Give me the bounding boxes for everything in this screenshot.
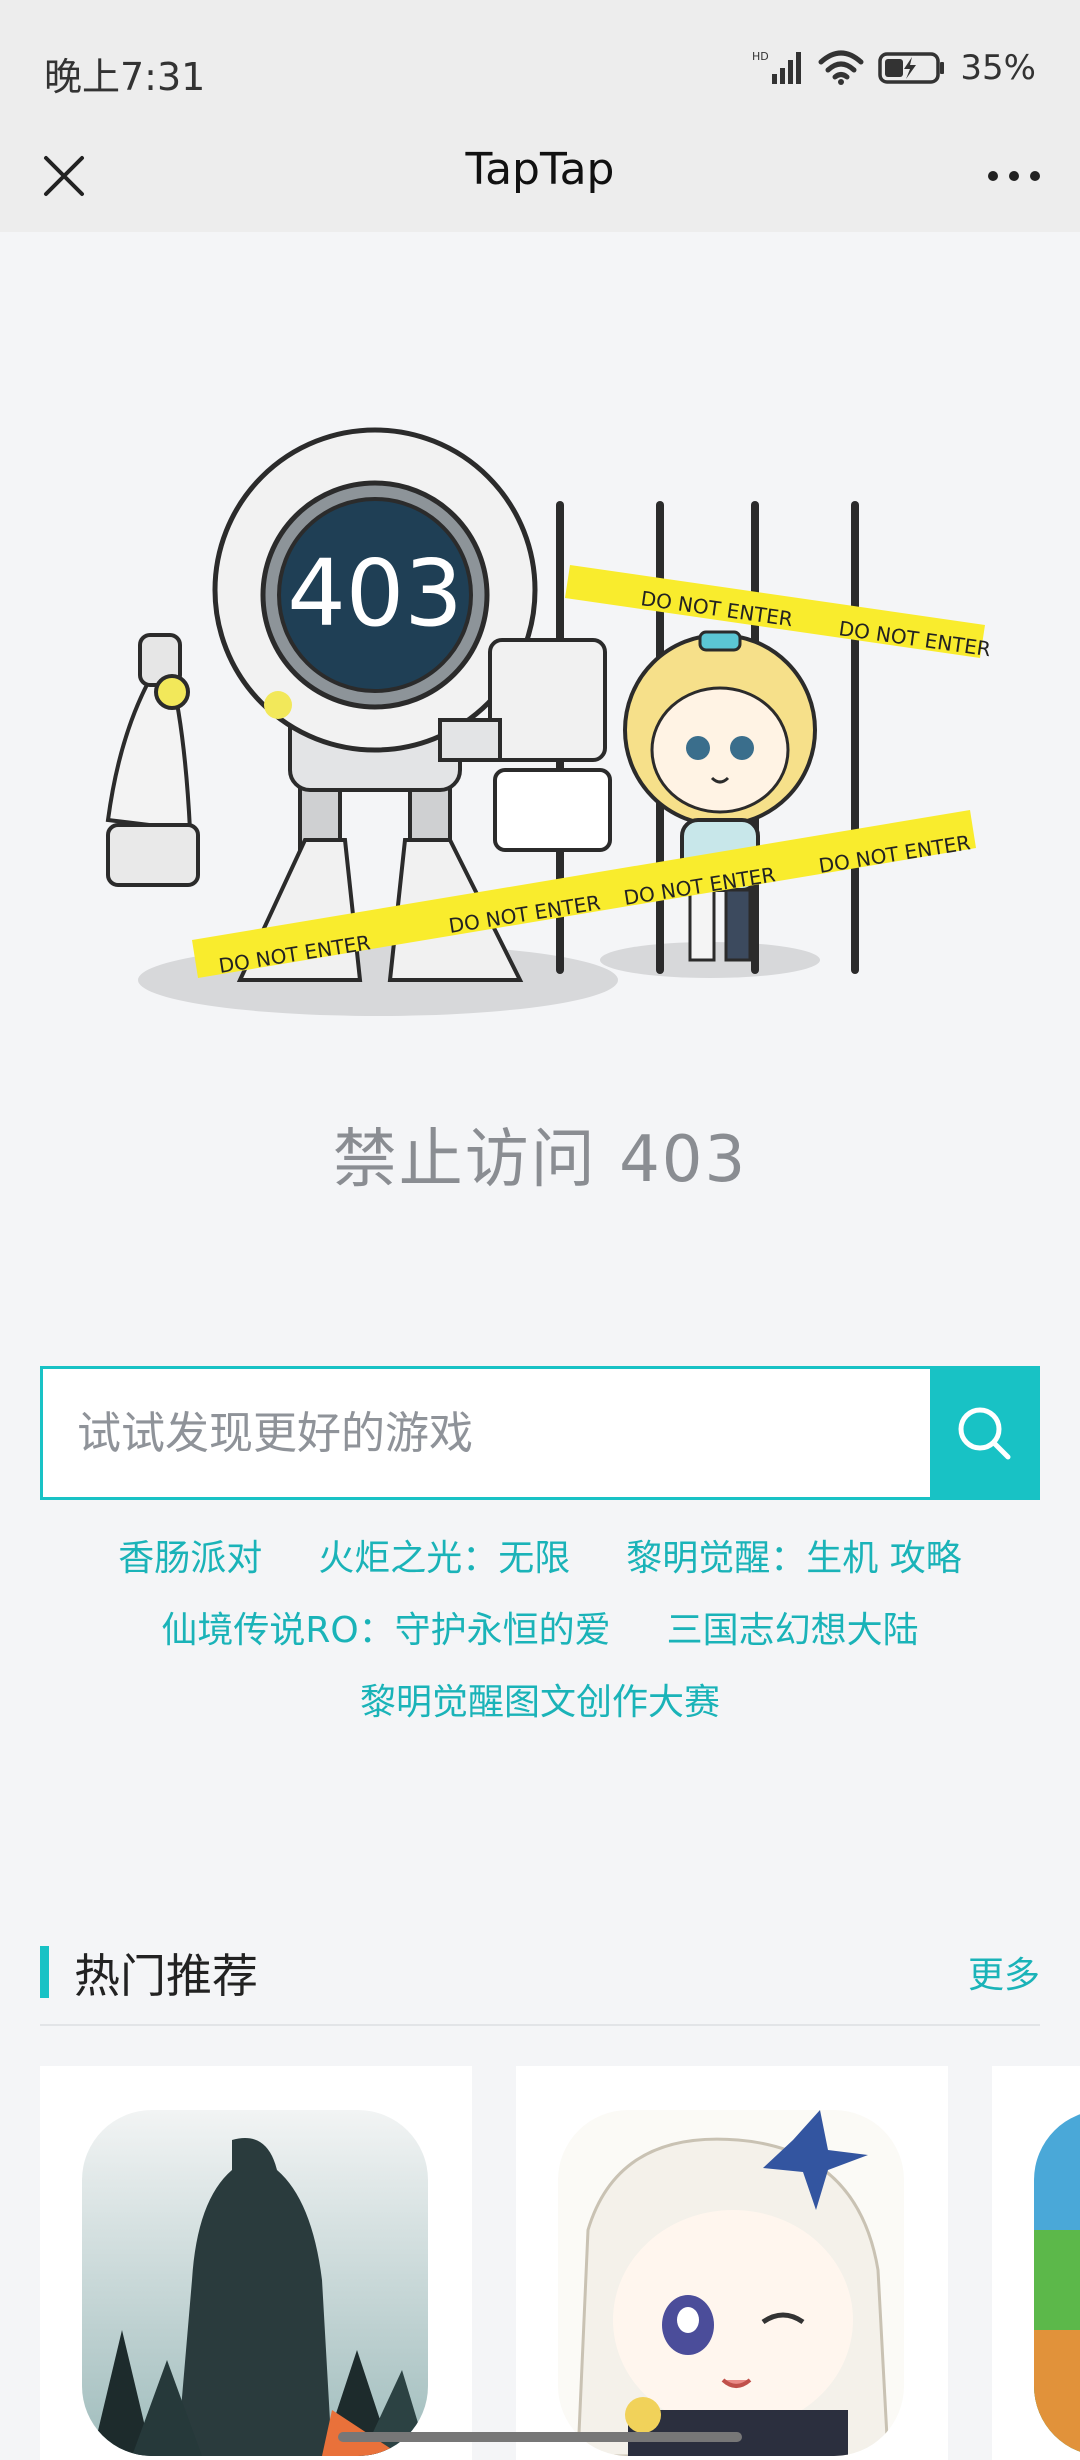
battery-percentage: 35% <box>960 48 1036 88</box>
signal-icon: HD <box>752 50 802 84</box>
game-card[interactable] <box>516 2066 948 2460</box>
game-icon <box>1034 2110 1080 2456</box>
recommend-header: 热门推荐 更多 <box>40 1940 1040 2003</box>
search-box <box>40 1366 1040 1500</box>
more-icon <box>988 171 1040 181</box>
forbidden-illustration: DO NOT ENTER DO NOT ENTER 403 DO NOT ENT… <box>105 427 992 1016</box>
game-card[interactable] <box>992 2066 1080 2460</box>
home-indicator[interactable] <box>338 2432 742 2442</box>
screen-code: 403 <box>287 540 463 647</box>
keyword-link[interactable]: 黎明觉醒：生机 攻略 <box>626 1534 961 1584</box>
character-figure <box>623 630 817 962</box>
game-card[interactable] <box>40 2066 472 2460</box>
svg-text:HD: HD <box>752 50 769 63</box>
keyword-link[interactable]: 火炬之光：无限 <box>318 1534 570 1584</box>
keyword-link[interactable]: 黎明觉醒图文创作大赛 <box>40 1678 1040 1728</box>
more-link[interactable]: 更多 <box>968 1946 1040 1998</box>
section-title: 热门推荐 <box>74 1949 258 2003</box>
caution-tape-top: DO NOT ENTER DO NOT ENTER <box>565 565 992 661</box>
hot-keywords: 香肠派对 火炬之光：无限 黎明觉醒：生机 攻略 仙境传说RO：守护永恒的爱 三国… <box>40 1534 1040 1728</box>
status-time: 晚上7:31 <box>44 55 206 99</box>
page-title: TapTap <box>465 144 615 195</box>
search-icon <box>958 1407 1010 1460</box>
keyword-link[interactable]: 三国志幻想大陆 <box>667 1606 919 1656</box>
wifi-icon <box>818 50 864 85</box>
keyword-link[interactable]: 香肠派对 <box>118 1534 262 1584</box>
keyword-link[interactable]: 仙境传说RO：守护永恒的爱 <box>161 1606 610 1656</box>
section-accent-bar <box>40 1946 49 1998</box>
search-input[interactable] <box>43 1369 930 1497</box>
status-bar: 晚上7:31 HD 35% <box>0 0 1080 120</box>
battery-icon <box>878 52 945 84</box>
search-button[interactable] <box>930 1369 1037 1497</box>
error-title: 禁止访问 403 <box>332 1123 748 1197</box>
recommend-cards <box>40 2066 1080 2460</box>
more-options-button[interactable] <box>978 142 1050 210</box>
game-icon <box>82 2110 428 2456</box>
game-icon <box>558 2110 904 2456</box>
nav-bar: TapTap <box>0 120 1080 232</box>
status-icons: HD 35% <box>752 44 1036 92</box>
divider <box>40 2024 1040 2026</box>
